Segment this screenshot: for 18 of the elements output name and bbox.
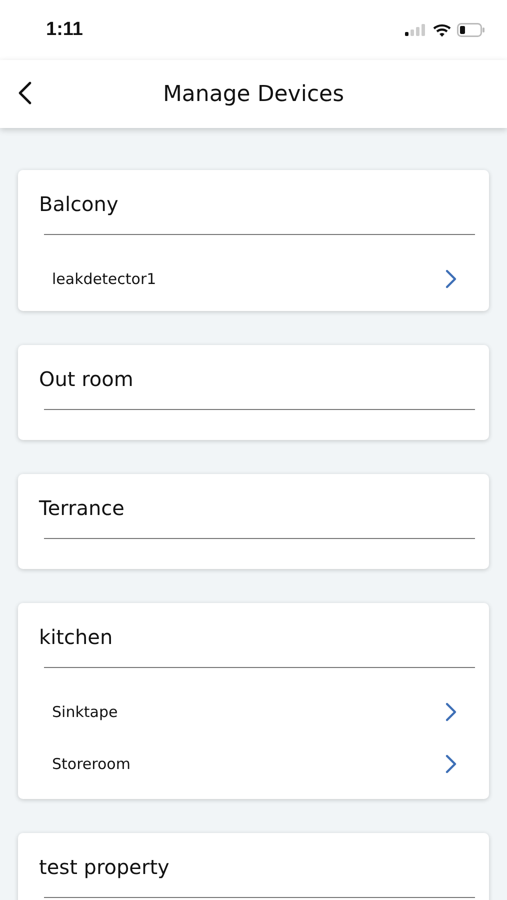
- signal-icon: [405, 24, 427, 36]
- room-name: Out room: [39, 367, 134, 391]
- page-title: Manage Devices: [162, 82, 344, 106]
- room-name: Terrance: [39, 496, 126, 520]
- chevron-icon: [445, 269, 457, 289]
- status-time: 1:11: [46, 19, 83, 41]
- chevron-icon: [445, 754, 457, 774]
- device-item[interactable]: Sinktape: [39, 668, 475, 730]
- device-item[interactable]: leakdetector1: [39, 235, 475, 297]
- battery-icon: [457, 23, 485, 37]
- wifi-icon: [433, 24, 451, 36]
- room-name: Balcony: [39, 192, 120, 216]
- room-name: kitchen: [39, 625, 114, 649]
- device-item[interactable]: Storeroom: [39, 730, 475, 785]
- back-button[interactable]: [18, 81, 32, 105]
- chevron-icon: [445, 702, 457, 722]
- room-name: test property: [39, 855, 170, 879]
- back-icon: [18, 81, 32, 105]
